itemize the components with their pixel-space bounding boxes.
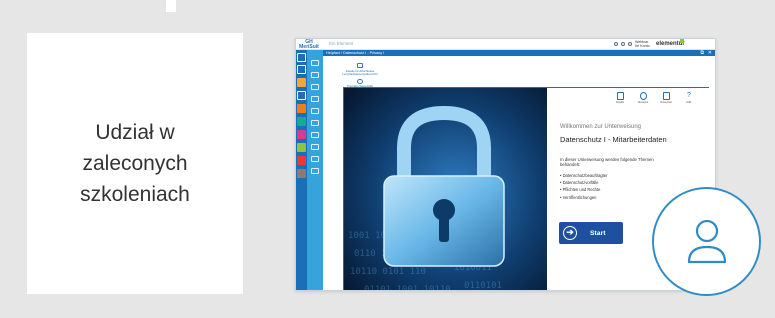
brand-mark-icon: [680, 39, 684, 43]
info-icon: [639, 92, 647, 100]
module-titlebar: Helpfact / Datenschutz I - Privacy I ⧉ ✕: [323, 50, 715, 56]
settings-icon: [616, 92, 624, 100]
search-icon[interactable]: [614, 42, 618, 46]
topic-item: Veröffentlichungen: [560, 194, 607, 201]
toolbar-settings-label: Details: [616, 101, 624, 104]
module-title: Datenschutz I - Mitarbeiterdaten: [560, 135, 667, 144]
user-group-icon[interactable]: [297, 117, 306, 126]
toolbar-settings[interactable]: Details: [610, 92, 630, 104]
padlock-image: 1001 10110 0110 0110 11010 10011 10110 0…: [344, 88, 547, 291]
welcome-text: Willkommen zur Unterweisung: [560, 124, 642, 130]
lock-icon[interactable]: [311, 156, 319, 162]
chart-icon[interactable]: [311, 72, 319, 78]
home-icon[interactable]: [297, 53, 306, 62]
topic-list: Datenschutzbeauftragter Datenschutzvorfä…: [560, 172, 608, 201]
svg-text:0110101: 0110101: [464, 281, 502, 291]
details-icon[interactable]: [357, 63, 363, 68]
avatar-badge: [652, 187, 761, 296]
logo-text: MeriSuit: [299, 43, 319, 50]
briefcase-icon[interactable]: [297, 104, 306, 113]
settings-icon[interactable]: [621, 42, 625, 46]
search-input[interactable]: Ein Element: [329, 41, 353, 46]
svg-text:01101 1001 10110: 01101 1001 10110: [364, 285, 451, 291]
calendar-icon[interactable]: [311, 132, 319, 138]
toolbar-document[interactable]: Download: [656, 92, 676, 104]
warning-icon[interactable]: [297, 130, 306, 139]
close-icon[interactable]: ✕: [708, 50, 712, 56]
start-button-label: Start: [590, 229, 606, 237]
list-icon[interactable]: [311, 60, 319, 66]
plant-icon[interactable]: [297, 143, 306, 152]
breadcrumb: Helpfact / Datenschutz I - Privacy I: [326, 51, 385, 55]
toolbar-help-label: Hilfe: [686, 101, 692, 104]
star-icon[interactable]: [297, 65, 306, 74]
info-card: Udział w zaleconych szkoleniach: [27, 33, 243, 294]
app-logo[interactable]: GH MeriSuit: [298, 40, 320, 49]
details-link-line2: Lernpfadweisungsübersicht: [342, 72, 378, 77]
toolbar-help[interactable]: ? Hilfe: [679, 92, 699, 104]
document-icon: [662, 92, 670, 100]
details-link[interactable]: Details für Abschlüsse Lernpfadweisungsü…: [333, 69, 387, 77]
hero-image: 1001 10110 0110 0110 11010 10011 10110 0…: [344, 88, 547, 291]
start-button[interactable]: ➔ Start: [559, 222, 623, 244]
card-title: Udział w zaleconych szkoleniach: [80, 121, 190, 206]
folder-icon[interactable]: [297, 78, 306, 87]
tag-icon[interactable]: [297, 169, 306, 178]
toolbar-document-label: Download: [660, 101, 672, 104]
restore-icon[interactable]: ⧉: [700, 50, 704, 56]
user-account-link: Ihr Konto: [635, 44, 650, 48]
training-module: 1001 10110 0110 0110 11010 10011 10110 0…: [343, 87, 709, 291]
grid-icon[interactable]: [311, 96, 319, 102]
search-icon[interactable]: [311, 120, 319, 126]
svg-text:10110 0101 110: 10110 0101 110: [350, 267, 426, 277]
topic-item: Datenschutzbeauftragter: [560, 172, 608, 179]
main-sidebar: [296, 50, 307, 290]
arrow-right-icon: ➔: [563, 226, 577, 240]
module-intro: In dieser Unterweisung werden folgende T…: [560, 157, 654, 168]
app-header: GH MeriSuit Ein Element Webinar Ihr Kont…: [296, 39, 715, 50]
clipboard-icon[interactable]: [311, 144, 319, 150]
archive-icon[interactable]: [311, 168, 319, 174]
topic-item: Pflichten und Rechte: [560, 186, 607, 193]
notification-icon[interactable]: [628, 42, 632, 46]
toolbar-info[interactable]: Hinweise: [633, 92, 653, 104]
user-menu[interactable]: Webinar Ihr Konto: [635, 40, 650, 48]
monitor-icon[interactable]: [297, 91, 306, 100]
book-icon[interactable]: [311, 84, 319, 90]
sub-sidebar: [307, 50, 323, 290]
layers-icon[interactable]: [311, 108, 319, 114]
document-icon[interactable]: [297, 156, 306, 165]
user-icon: [687, 219, 726, 263]
topic-item: Datenschutzvorfälle: [560, 179, 607, 186]
toolbar-info-label: Hinweise: [637, 101, 649, 104]
top-divider: [166, 0, 176, 12]
